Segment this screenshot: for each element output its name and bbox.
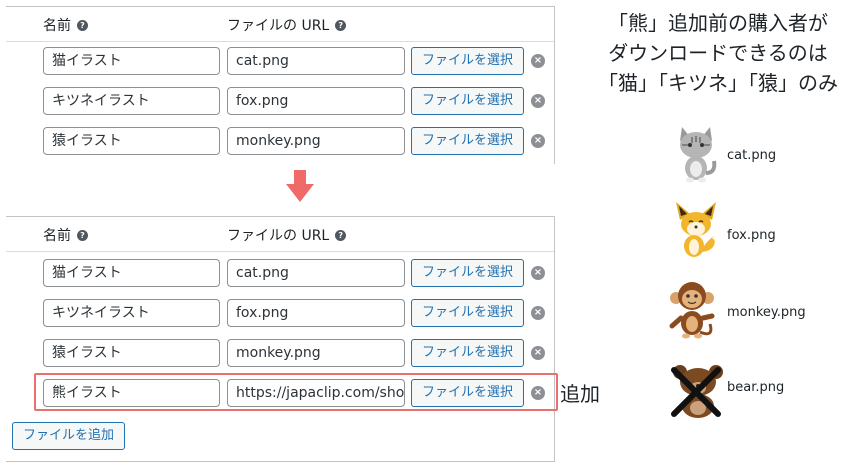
file-row: 猿イラスト monkey.png ファイルを選択 ×: [6, 334, 554, 374]
downloadable-files-table-before: 名前 ? ファイルの URL ? 猫イラスト cat.png ファイルを選択 ×…: [6, 6, 555, 164]
cross-mark-icon: [671, 367, 721, 417]
down-arrow-icon: [286, 170, 314, 202]
file-name-input[interactable]: キツネイラスト: [43, 299, 220, 327]
column-header-name: 名前: [43, 18, 71, 34]
caption-line-1: 「熊」追加前の購入者が: [608, 11, 828, 35]
file-name-input[interactable]: 熊イラスト: [43, 379, 220, 407]
help-icon[interactable]: ?: [77, 229, 88, 241]
help-icon[interactable]: ?: [335, 19, 347, 31]
file-url-input[interactable]: monkey.png: [227, 339, 405, 367]
caption-line-3: 「猫」「キツネ」「猿」のみ: [598, 71, 838, 95]
column-header-url: ファイルの URL: [227, 228, 330, 244]
fox-icon: [676, 202, 716, 257]
delete-icon[interactable]: ×: [531, 134, 545, 148]
delete-icon[interactable]: ×: [531, 346, 545, 360]
file-row: 猫イラスト cat.png ファイルを選択 ×: [6, 254, 554, 294]
file-row: 猿イラスト monkey.png ファイルを選択 ×: [6, 122, 554, 162]
file-url-input[interactable]: cat.png: [227, 47, 405, 75]
table-header: 名前 ? ファイルの URL ?: [6, 7, 554, 42]
file-url-input[interactable]: monkey.png: [227, 127, 405, 155]
explanation-caption: 「熊」追加前の購入者が ダウンロードできるのは 「猫」「キツネ」「猿」のみ: [572, 8, 864, 98]
delete-icon[interactable]: ×: [531, 54, 545, 68]
choose-file-button[interactable]: ファイルを選択: [411, 259, 524, 287]
file-row: キツネイラスト fox.png ファイルを選択 ×: [6, 294, 554, 334]
file-url-input[interactable]: fox.png: [227, 299, 405, 327]
delete-icon[interactable]: ×: [531, 94, 545, 108]
monkey-icon: [669, 282, 715, 339]
choose-file-button[interactable]: ファイルを選択: [411, 339, 524, 367]
delete-icon[interactable]: ×: [531, 266, 545, 280]
help-icon[interactable]: ?: [77, 19, 88, 31]
file-row-added: 熊イラスト https://japaclip.com/shop/ ファイルを選択…: [6, 374, 554, 414]
caption-line-2: ダウンロードできるのは: [608, 41, 828, 65]
file-name-input[interactable]: 猿イラスト: [43, 127, 220, 155]
delete-icon[interactable]: ×: [531, 306, 545, 320]
file-label-fox: fox.png: [727, 228, 776, 243]
file-name-input[interactable]: 猫イラスト: [43, 259, 220, 287]
choose-file-button[interactable]: ファイルを選択: [411, 127, 524, 155]
file-url-input[interactable]: cat.png: [227, 259, 405, 287]
file-name-input[interactable]: キツネイラスト: [43, 87, 220, 115]
table-header: 名前 ? ファイルの URL ?: [6, 217, 554, 252]
choose-file-button[interactable]: ファイルを選択: [411, 47, 524, 75]
file-name-input[interactable]: 猫イラスト: [43, 47, 220, 75]
help-icon[interactable]: ?: [335, 229, 347, 241]
cat-icon: [680, 127, 717, 183]
file-name-input[interactable]: 猿イラスト: [43, 339, 220, 367]
choose-file-button[interactable]: ファイルを選択: [411, 299, 524, 327]
file-row: 猫イラスト cat.png ファイルを選択 ×: [6, 42, 554, 82]
file-label-cat: cat.png: [727, 148, 777, 163]
delete-icon[interactable]: ×: [531, 386, 545, 400]
added-label: 追加: [560, 382, 600, 406]
column-header-name: 名前: [43, 228, 71, 244]
file-label-bear: bear.png: [727, 380, 785, 395]
column-header-url: ファイルの URL: [227, 18, 330, 34]
file-url-input[interactable]: fox.png: [227, 87, 405, 115]
add-file-button[interactable]: ファイルを追加: [12, 422, 125, 450]
choose-file-button[interactable]: ファイルを選択: [411, 379, 524, 407]
file-url-input[interactable]: https://japaclip.com/shop/: [227, 379, 405, 407]
file-row: キツネイラスト fox.png ファイルを選択 ×: [6, 82, 554, 122]
downloadable-files-table-after: 名前 ? ファイルの URL ? 猫イラスト cat.png ファイルを選択 ×…: [6, 216, 558, 462]
choose-file-button[interactable]: ファイルを選択: [411, 87, 524, 115]
file-label-monkey: monkey.png: [727, 305, 806, 320]
